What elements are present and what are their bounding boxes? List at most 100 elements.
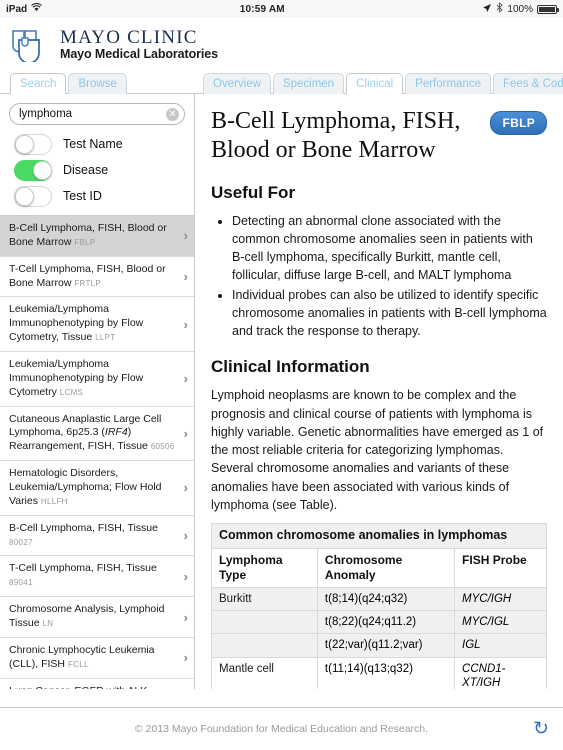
list-item-title: Lung Cancer, EGFR with ALK Reflex, Tumor… bbox=[9, 685, 182, 689]
search-box[interactable]: ✕ bbox=[9, 103, 185, 125]
filter-disease[interactable]: Disease bbox=[14, 157, 194, 183]
list-item[interactable]: Hematologic Disorders, Leukemia/Lymphoma… bbox=[0, 461, 194, 516]
list-item-title: T-Cell Lymphoma, FISH, Blood or Bone Mar… bbox=[9, 262, 166, 289]
chevron-right-icon: › bbox=[183, 650, 188, 666]
tab-browse[interactable]: Browse bbox=[68, 72, 127, 94]
clear-search-icon[interactable]: ✕ bbox=[166, 108, 179, 121]
cell-lymphoma-type: Mantle cell bbox=[211, 656, 318, 689]
list-item-code: HLLFH bbox=[40, 496, 68, 506]
sidebar: ✕ Test Name Disease Test ID B-Cell Lymph… bbox=[0, 94, 195, 689]
chevron-right-icon: › bbox=[183, 528, 188, 544]
search-results-list[interactable]: B-Cell Lymphoma, FISH, Blood or Bone Mar… bbox=[0, 215, 194, 689]
chevron-right-icon: › bbox=[183, 425, 188, 441]
cell-fish-probe: IGL bbox=[454, 633, 547, 658]
ios-status-bar: iPad 10:59 AM 100% bbox=[0, 0, 563, 18]
list-item-code: FRTLP bbox=[74, 278, 102, 288]
brand-line-1: MAYO CLINIC bbox=[60, 26, 198, 48]
right-tab-group: Overview Specimen Clinical Performance F… bbox=[203, 72, 563, 94]
filter-test-id[interactable]: Test ID bbox=[14, 183, 194, 209]
list-item[interactable]: Chromosome Analysis, Lymphoid Tissue LN › bbox=[0, 597, 194, 638]
clinical-information-paragraph: Lymphoid neoplasms are known to be compl… bbox=[211, 388, 544, 512]
status-right: 100% bbox=[482, 2, 559, 16]
filter-toggles: Test Name Disease Test ID bbox=[0, 129, 194, 215]
tab-specimen[interactable]: Specimen bbox=[272, 72, 345, 94]
list-item[interactable]: T-Cell Lymphoma, FISH, Blood or Bone Mar… bbox=[0, 256, 194, 298]
left-tab-group: Search Browse bbox=[10, 72, 129, 94]
list-item-title: Hematologic Disorders, Leukemia/Lymphoma… bbox=[9, 467, 162, 507]
list-item-code: FBLP bbox=[74, 237, 96, 247]
bluetooth-icon bbox=[496, 2, 504, 16]
brand-header: MAYO CLINIC Mayo Medical Laboratories bbox=[0, 18, 563, 72]
brand-text: MAYO CLINIC Mayo Medical Laboratories bbox=[60, 26, 218, 63]
table-row: Mantle cell t(11;14)(q13;q32) CCND1-XT/IGH bbox=[211, 656, 547, 689]
toggle-disease[interactable] bbox=[14, 159, 52, 181]
filter-label-test-name: Test Name bbox=[63, 137, 123, 151]
title-row: B-Cell Lymphoma, FISH, Blood or Bone Mar… bbox=[211, 107, 547, 166]
list-item[interactable]: Leukemia/Lymphoma Immunophenotyping by F… bbox=[0, 297, 194, 353]
list-item-code: LLPT bbox=[95, 333, 116, 343]
cell-chromosome-anomaly: t(8;22)(q24;q11.2) bbox=[316, 610, 456, 635]
chevron-right-icon: › bbox=[183, 228, 188, 244]
table-caption: Common chromosome anomalies in lymphomas bbox=[211, 523, 547, 549]
list-item-code: LCMS bbox=[59, 387, 84, 397]
list-item-title: Cutaneous Anaplastic Large Cell Lymphoma… bbox=[9, 412, 175, 453]
cell-fish-probe: MYC/IGH bbox=[454, 586, 547, 612]
refresh-icon[interactable]: ↻ bbox=[533, 720, 549, 739]
list-item[interactable]: B-Cell Lymphoma, FISH, Blood or Bone Mar… bbox=[0, 216, 194, 257]
status-time: 10:59 AM bbox=[239, 3, 285, 15]
tab-bar: Search Browse Overview Specimen Clinical… bbox=[0, 72, 563, 94]
cell-chromosome-anomaly: t(22;var)(q11.2;var) bbox=[316, 633, 456, 658]
list-item-title: Leukemia/Lymphoma Immunophenotyping by F… bbox=[9, 303, 144, 344]
brand-line-2: Mayo Medical Laboratories bbox=[60, 47, 218, 62]
filter-label-test-id: Test ID bbox=[63, 189, 102, 203]
tab-fees-coding[interactable]: Fees & Coding bbox=[493, 72, 563, 94]
list-item[interactable]: Cutaneous Anaplastic Large Cell Lymphoma… bbox=[0, 406, 194, 462]
tab-overview[interactable]: Overview bbox=[203, 72, 271, 94]
test-code-badge: FBLP bbox=[490, 111, 547, 135]
section-heading-useful-for: Useful For bbox=[211, 182, 296, 202]
cell-lymphoma-type bbox=[211, 610, 318, 635]
list-item-title: B-Cell Lymphoma, FISH, Tissue 80027 bbox=[9, 521, 158, 547]
search-input[interactable] bbox=[10, 108, 184, 120]
cell-fish-probe: MYC/IGL bbox=[454, 610, 547, 635]
list-item[interactable]: B-Cell Lymphoma, FISH, Tissue 80027 › bbox=[0, 515, 194, 557]
tab-clinical[interactable]: Clinical bbox=[346, 72, 404, 94]
chevron-right-icon: › bbox=[183, 480, 188, 496]
list-item-title: Chronic Lymphocytic Leukemia (CLL), FISH… bbox=[9, 643, 155, 670]
list-item[interactable]: Leukemia/Lymphoma Immunophenotyping by F… bbox=[0, 352, 194, 407]
tab-performance[interactable]: Performance bbox=[405, 72, 491, 94]
list-item-code: FCLL bbox=[67, 659, 89, 669]
table-column-header: Lymphoma Type bbox=[211, 547, 318, 588]
list-item[interactable]: Chronic Lymphocytic Leukemia (CLL), FISH… bbox=[0, 637, 194, 679]
table-row: t(22;var)(q11.2;var) IGL bbox=[211, 633, 547, 658]
list-item-code: 60506 bbox=[150, 442, 175, 452]
list-item-title: Chromosome Analysis, Lymphoid Tissue LN bbox=[9, 603, 165, 630]
filter-test-name[interactable]: Test Name bbox=[14, 131, 194, 157]
table-row: Burkitt t(8;14)(q24;q32) MYC/IGH bbox=[211, 586, 547, 612]
list-item[interactable]: T-Cell Lymphoma, FISH, Tissue 89041 › bbox=[0, 556, 194, 598]
table-header-row: Lymphoma Type Chromosome Anomaly FISH Prob… bbox=[211, 547, 547, 588]
table-row: t(8;22)(q24;q11.2) MYC/IGL bbox=[211, 610, 547, 635]
chevron-right-icon: › bbox=[183, 609, 188, 625]
list-item-title: Leukemia/Lymphoma Immunophenotyping by F… bbox=[9, 358, 144, 398]
useful-for-list: Detecting an abnormal clone associated w… bbox=[232, 212, 547, 341]
tab-search[interactable]: Search bbox=[10, 72, 67, 94]
page-title: B-Cell Lymphoma, FISH, Blood or Bone Mar… bbox=[211, 108, 461, 164]
footer: © 2013 Mayo Foundation for Medical Educa… bbox=[0, 707, 563, 750]
chromosome-anomalies-table: Common chromosome anomalies in lymphomas… bbox=[211, 523, 547, 689]
cell-chromosome-anomaly: t(11;14)(q13;q32) bbox=[316, 656, 456, 689]
chevron-right-icon: › bbox=[183, 269, 188, 285]
cell-chromosome-anomaly: t(8;14)(q24;q32) bbox=[316, 586, 456, 612]
toggle-test-name[interactable] bbox=[14, 133, 52, 155]
table-column-header: FISH Probe bbox=[454, 547, 547, 588]
main-split: ✕ Test Name Disease Test ID B-Cell Lymph… bbox=[0, 94, 563, 689]
wifi-icon bbox=[31, 3, 42, 15]
list-item-title: B-Cell Lymphoma, FISH, Blood or Bone Mar… bbox=[9, 222, 167, 248]
search-area: ✕ bbox=[0, 94, 194, 129]
list-item[interactable]: Lung Cancer, EGFR with ALK Reflex, Tumor… bbox=[0, 678, 194, 689]
copyright-text: © 2013 Mayo Foundation for Medical Educa… bbox=[134, 723, 429, 735]
cell-lymphoma-type: Burkitt bbox=[211, 586, 318, 612]
app-root: iPad 10:59 AM 100% MAYO CLINIC Mayo Medi… bbox=[0, 0, 563, 750]
toggle-test-id[interactable] bbox=[14, 185, 52, 207]
chevron-right-icon: › bbox=[183, 568, 188, 584]
